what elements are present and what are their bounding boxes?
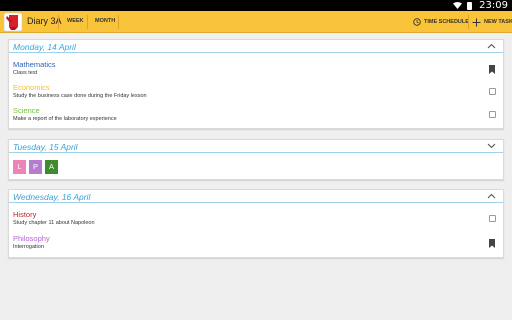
task-title: History <box>13 210 37 219</box>
chevron-up-icon[interactable] <box>487 43 496 49</box>
task-checkbox[interactable] <box>489 111 496 118</box>
app-logo-icon[interactable] <box>3 12 23 32</box>
task-note: Study the business case done during the … <box>13 93 147 99</box>
day-header[interactable]: Tuesday, 15 April <box>9 140 503 153</box>
day-date: Wednesday, 16 April <box>13 192 91 202</box>
day-card-monday: Monday, 14 April Mathematics Class test … <box>8 39 504 129</box>
day-header[interactable]: Monday, 14 April <box>9 40 503 53</box>
day-card-wednesday: Wednesday, 16 April History Study chapte… <box>8 189 504 258</box>
battery-icon <box>467 2 472 10</box>
task-title: Economics <box>13 83 50 92</box>
wifi-icon <box>453 2 462 9</box>
divider <box>87 15 88 29</box>
task-item[interactable]: Economics Study the business case done d… <box>13 83 147 100</box>
time-schedule-button[interactable]: TIME SCHEDULE <box>413 17 469 27</box>
task-title: Mathematics <box>13 60 56 69</box>
day-date: Tuesday, 15 April <box>13 142 78 152</box>
task-note: Class test <box>13 70 38 76</box>
divider <box>468 15 469 29</box>
subject-tag[interactable]: P <box>29 160 42 174</box>
clock-icon <box>413 18 421 26</box>
task-checkbox[interactable] <box>489 215 496 222</box>
task-item[interactable]: Mathematics Class test <box>13 60 56 77</box>
status-bar: 23:09 <box>0 0 512 11</box>
task-note: Study chapter 11 about Napoleon <box>13 220 95 226</box>
day-card-tuesday: Tuesday, 15 April L P A <box>8 139 504 180</box>
bookmark-icon[interactable] <box>489 65 495 74</box>
bookmark-icon[interactable] <box>489 239 495 248</box>
chevron-up-icon[interactable] <box>487 193 496 199</box>
task-item[interactable]: Science Make a report of the laboratory … <box>13 106 117 123</box>
task-title: Science <box>13 106 40 115</box>
task-item[interactable]: History Study chapter 11 about Napoleon <box>13 210 95 227</box>
time-schedule-label: TIME SCHEDULE <box>424 19 469 25</box>
action-bar: Diary 3A WEEK MONTH TIME SCHEDULE NEW TA… <box>0 11 512 33</box>
day-header[interactable]: Wednesday, 16 April <box>9 190 503 203</box>
task-checkbox[interactable] <box>489 88 496 95</box>
task-item[interactable]: Philosophy Interrogation <box>13 234 50 251</box>
status-time: 23:09 <box>479 0 508 11</box>
tab-week[interactable]: WEEK <box>67 18 84 24</box>
day-date: Monday, 14 April <box>13 42 76 52</box>
subject-tag[interactable]: L <box>13 160 26 174</box>
plus-icon <box>472 18 481 26</box>
divider <box>58 15 59 29</box>
new-task-label: NEW TASK <box>484 19 512 25</box>
subject-tag[interactable]: A <box>45 160 58 174</box>
chevron-down-icon[interactable] <box>487 143 496 149</box>
app-title: Diary 3A <box>27 16 62 26</box>
divider <box>118 15 119 29</box>
task-note: Interrogation <box>13 244 44 250</box>
tab-month[interactable]: MONTH <box>95 18 115 24</box>
new-task-button[interactable]: NEW TASK <box>472 17 512 27</box>
task-title: Philosophy <box>13 234 50 243</box>
task-note: Make a report of the laboratory experien… <box>13 116 117 122</box>
